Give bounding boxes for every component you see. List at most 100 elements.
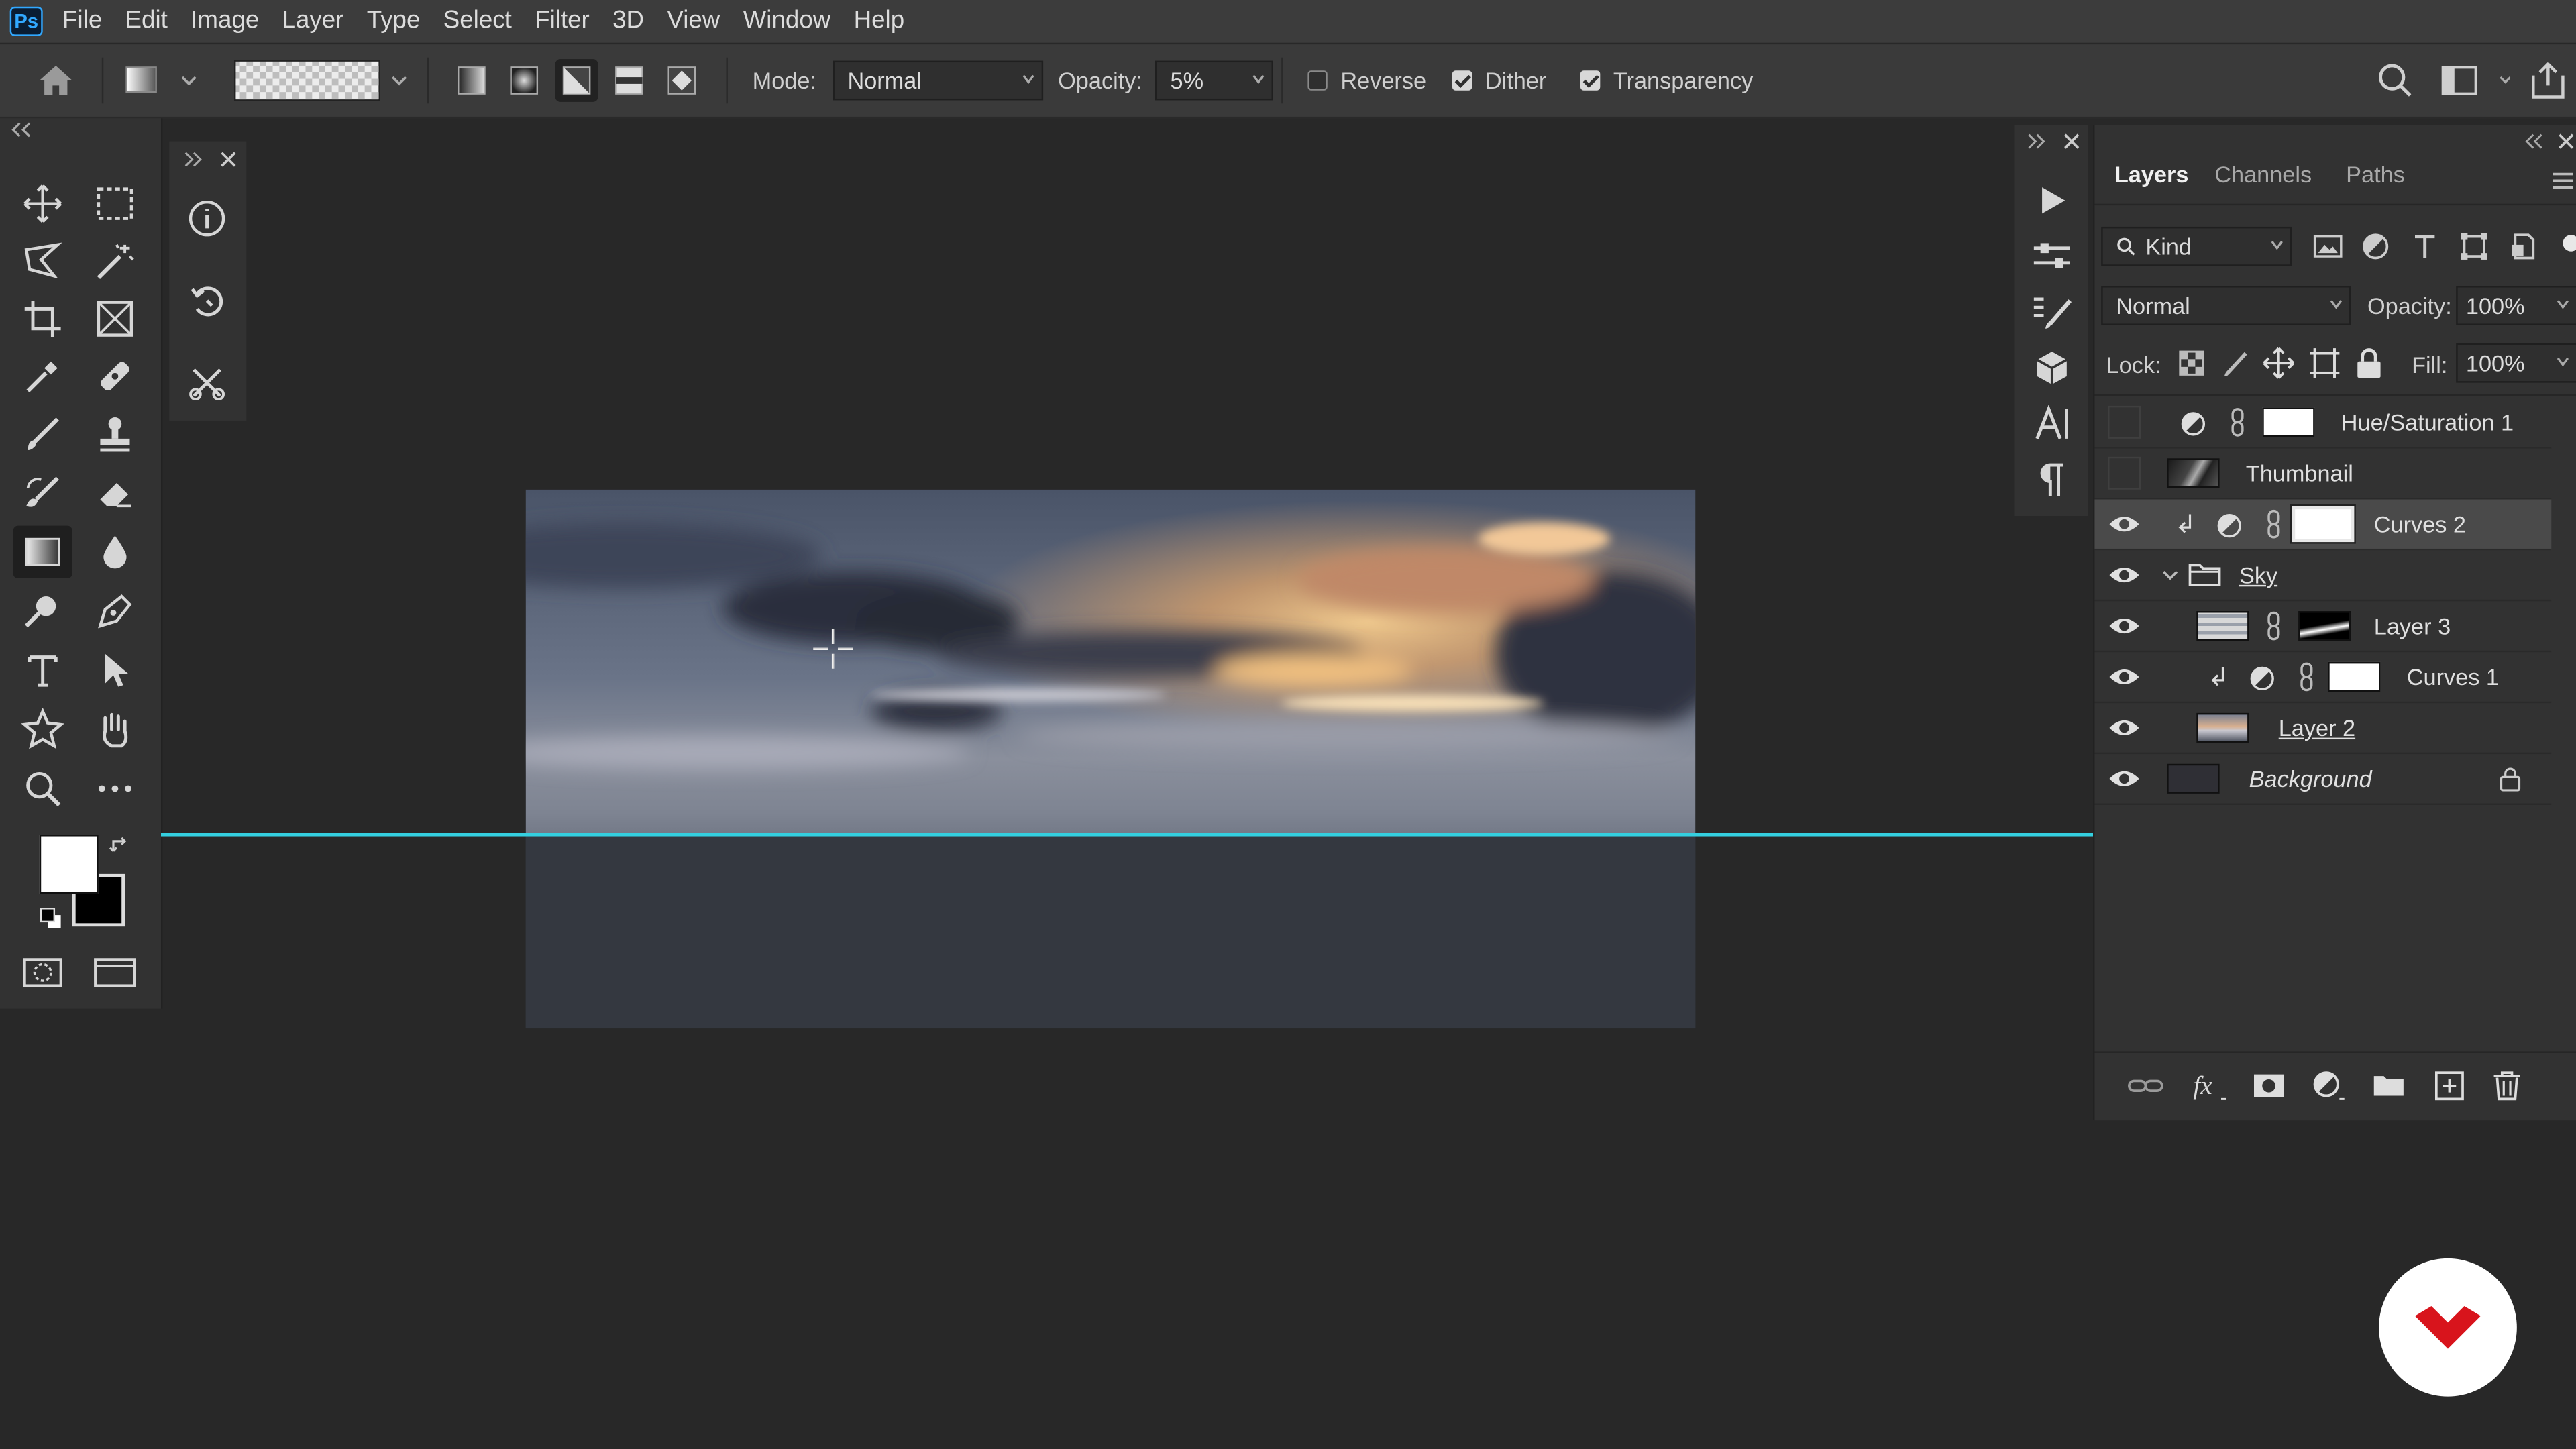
eyedropper-tool[interactable] <box>13 350 72 402</box>
character-panel-button[interactable] <box>2027 401 2076 447</box>
layer-filter-dropdown[interactable]: Kind <box>2101 226 2292 266</box>
layer-row-layer-2[interactable]: Layer 2 <box>2094 703 2552 755</box>
collapse-icon[interactable] <box>10 121 33 138</box>
move-tool[interactable] <box>13 177 72 229</box>
menu-file[interactable]: File <box>52 0 115 43</box>
swap-colors-icon[interactable] <box>109 835 131 857</box>
reverse-checkbox[interactable] <box>1307 70 1328 91</box>
menu-type[interactable]: Type <box>357 0 433 43</box>
eye-icon[interactable] <box>2108 612 2141 639</box>
brush-settings-button[interactable] <box>2027 289 2076 335</box>
menu-layer[interactable]: Layer <box>272 0 357 43</box>
eye-icon[interactable] <box>2108 511 2141 537</box>
clone-stamp-tool[interactable] <box>85 407 144 460</box>
layer-thumbnail[interactable] <box>2167 763 2220 794</box>
chevron-down-icon[interactable] <box>2160 565 2180 584</box>
lasso-tool[interactable] <box>13 235 72 287</box>
link-icon[interactable] <box>2265 611 2282 641</box>
radial-gradient-button[interactable] <box>502 59 545 102</box>
menu-edit[interactable]: Edit <box>115 0 181 43</box>
link-icon[interactable] <box>2265 509 2282 539</box>
lock-transparent-pixels-icon[interactable] <box>2177 348 2206 378</box>
magic-wand-tool[interactable] <box>85 235 144 287</box>
menu-window[interactable]: Window <box>733 0 844 43</box>
transparency-option[interactable]: Transparency <box>1580 44 1753 117</box>
reverse-option[interactable]: Reverse <box>1307 44 1426 117</box>
new-adjustment-layer-icon[interactable] <box>2312 1069 2348 1106</box>
opacity-input[interactable]: 5% <box>1155 60 1274 101</box>
layer-row-curves-2[interactable]: Curves 2 <box>2094 499 2552 551</box>
workspace-button[interactable] <box>2438 44 2511 117</box>
3d-panel-button[interactable] <box>2027 345 2076 391</box>
menu-select[interactable]: Select <box>433 0 525 43</box>
marquee-tool[interactable] <box>85 177 144 229</box>
layer-thumbnail[interactable] <box>2196 712 2249 743</box>
menu-3d[interactable]: 3D <box>602 0 657 43</box>
default-colors-icon[interactable] <box>40 907 62 930</box>
layer-mask-thumbnail[interactable] <box>2328 661 2381 692</box>
zoom-tool[interactable] <box>13 762 72 814</box>
layer-thumbnail[interactable] <box>2167 458 2220 488</box>
tab-channels[interactable]: Channels <box>2214 161 2312 194</box>
visibility-toggle[interactable] <box>2108 405 2141 439</box>
more-tools-button[interactable] <box>85 762 144 814</box>
mode-dropdown[interactable]: Normal <box>833 60 1043 101</box>
layer-opacity-input[interactable]: 100% <box>2456 286 2576 325</box>
add-mask-icon[interactable] <box>2253 1071 2286 1101</box>
blend-mode-dropdown[interactable]: Normal <box>2101 286 2351 325</box>
custom-shape-tool[interactable] <box>13 703 72 755</box>
paragraph-panel-button[interactable] <box>2027 457 2076 503</box>
brush-tool[interactable] <box>13 407 72 460</box>
link-icon[interactable] <box>2229 407 2245 437</box>
properties-panel-button[interactable] <box>2027 233 2076 280</box>
filter-pixel-icon[interactable] <box>2312 233 2345 260</box>
hand-tool[interactable] <box>85 703 144 755</box>
eraser-tool[interactable] <box>85 467 144 519</box>
layer-row-curves-1[interactable]: Curves 1 <box>2094 652 2552 704</box>
link-icon[interactable] <box>2298 662 2314 692</box>
path-selection-tool[interactable] <box>85 644 144 696</box>
fill-input[interactable]: 100% <box>2456 343 2576 383</box>
lock-artboard-icon[interactable] <box>2308 347 2341 380</box>
frame-tool[interactable] <box>85 292 144 345</box>
close-icon[interactable] <box>2063 133 2080 149</box>
lock-image-pixels-icon[interactable] <box>2221 348 2251 378</box>
history-brush-tool[interactable] <box>13 467 72 519</box>
pen-tool[interactable] <box>85 585 144 637</box>
info-panel-button[interactable] <box>182 194 231 243</box>
eye-icon[interactable] <box>2108 765 2141 792</box>
layer-thumbnail[interactable] <box>2196 611 2249 641</box>
layer-mask-thumbnail[interactable] <box>2262 407 2315 437</box>
collapse-icon[interactable] <box>2525 133 2544 149</box>
type-tool[interactable] <box>13 644 72 696</box>
home-button[interactable] <box>33 44 79 117</box>
share-button[interactable] <box>2527 44 2570 117</box>
gradient-tool[interactable] <box>13 525 72 579</box>
trash-icon[interactable] <box>2492 1069 2522 1102</box>
filter-shape-icon[interactable] <box>2459 231 2489 261</box>
search-button[interactable] <box>2375 44 2415 117</box>
eye-icon[interactable] <box>2108 663 2141 690</box>
horizontal-guide[interactable] <box>161 833 2093 837</box>
menu-view[interactable]: View <box>657 0 733 43</box>
gradient-picker[interactable] <box>233 44 411 117</box>
angle-gradient-button[interactable] <box>555 59 598 102</box>
actions-panel-button[interactable] <box>2027 177 2076 223</box>
dither-option[interactable]: Dither <box>1452 44 1546 117</box>
filter-adjustment-icon[interactable] <box>2361 231 2390 261</box>
document-canvas[interactable] <box>525 489 1696 1029</box>
tool-presets-button[interactable] <box>182 358 231 407</box>
history-panel-button[interactable] <box>182 276 231 325</box>
screen-mode-button[interactable] <box>85 947 144 999</box>
layer-mask-thumbnail[interactable] <box>2298 611 2351 641</box>
layer-row-thumbnail[interactable]: Thumbnail <box>2094 449 2552 500</box>
close-icon[interactable] <box>2558 133 2574 149</box>
new-layer-icon[interactable] <box>2433 1069 2466 1102</box>
menu-help[interactable]: Help <box>844 0 918 43</box>
filter-toggle-icon[interactable] <box>2558 233 2576 260</box>
blur-tool[interactable] <box>85 526 144 578</box>
menu-image[interactable]: Image <box>180 0 272 43</box>
healing-brush-tool[interactable] <box>85 350 144 402</box>
lock-position-icon[interactable] <box>2262 347 2295 380</box>
layer-row-sky-group[interactable]: Sky <box>2094 550 2552 602</box>
